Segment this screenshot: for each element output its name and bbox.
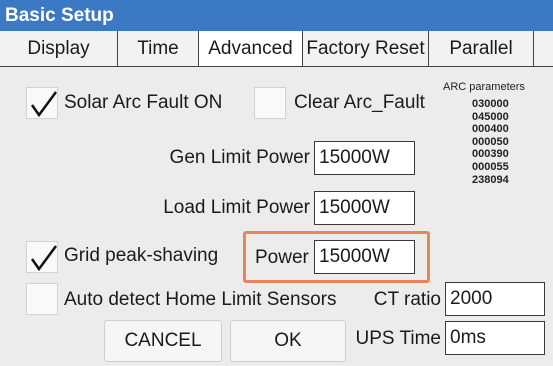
cancel-button[interactable]: CANCEL bbox=[104, 320, 222, 362]
peak-shaving-power-field[interactable]: 15000W bbox=[314, 240, 415, 274]
gen-limit-power-field[interactable]: 15000W bbox=[314, 141, 415, 175]
advanced-panel: Solar Arc Fault ON Clear Arc_Fault ARC p… bbox=[0, 67, 553, 366]
arc-parameter: 030000 bbox=[472, 98, 509, 110]
auto-detect-sensors-label: Auto detect Home Limit Sensors bbox=[64, 289, 337, 310]
ct-ratio-label: CT ratio bbox=[373, 289, 441, 310]
window-title: Basic Setup bbox=[0, 0, 553, 31]
arc-parameter: 045000 bbox=[472, 110, 509, 123]
ups-time-field[interactable]: 0ms bbox=[445, 321, 545, 355]
arc-parameter: 000390 bbox=[472, 148, 509, 161]
tab-advanced[interactable]: Advanced bbox=[199, 31, 303, 66]
arc-parameters-title: ARC parameters bbox=[443, 81, 525, 93]
tab-bar: Display Time Advanced Factory Reset Para… bbox=[0, 31, 553, 67]
auto-detect-sensors-checkbox[interactable] bbox=[26, 283, 58, 315]
checkmark-icon bbox=[30, 245, 58, 272]
load-limit-power-label: Load Limit Power bbox=[163, 197, 310, 218]
arc-parameter: 000055 bbox=[472, 160, 509, 173]
arc-parameters-list: 030000 045000 000400 000050 000390 00005… bbox=[472, 98, 509, 186]
solar-arc-fault-label: Solar Arc Fault ON bbox=[64, 92, 223, 113]
ct-ratio-field[interactable]: 2000 bbox=[445, 282, 545, 316]
arc-parameter: 238094 bbox=[472, 173, 509, 186]
tab-overflow-stub bbox=[534, 31, 553, 66]
arc-parameter: 000400 bbox=[472, 123, 509, 136]
tab-parallel[interactable]: Parallel bbox=[429, 31, 534, 66]
clear-arc-fault-label: Clear Arc_Fault bbox=[294, 92, 425, 113]
ok-button[interactable]: OK bbox=[230, 320, 346, 362]
peak-shaving-power-label: Power bbox=[255, 247, 309, 268]
grid-peak-shaving-checkbox[interactable] bbox=[26, 241, 58, 273]
ups-time-label: UPS Time bbox=[355, 328, 441, 349]
clear-arc-fault-checkbox[interactable] bbox=[254, 87, 286, 119]
grid-peak-shaving-label: Grid peak-shaving bbox=[64, 245, 219, 266]
tab-display[interactable]: Display bbox=[0, 31, 118, 66]
solar-arc-fault-checkbox[interactable] bbox=[26, 87, 58, 119]
arc-parameter: 000050 bbox=[472, 135, 509, 148]
tab-time[interactable]: Time bbox=[118, 31, 199, 66]
checkmark-icon bbox=[30, 91, 58, 118]
tab-factory-reset[interactable]: Factory Reset bbox=[303, 31, 429, 66]
gen-limit-power-label: Gen Limit Power bbox=[169, 147, 310, 168]
load-limit-power-field[interactable]: 15000W bbox=[314, 191, 415, 225]
